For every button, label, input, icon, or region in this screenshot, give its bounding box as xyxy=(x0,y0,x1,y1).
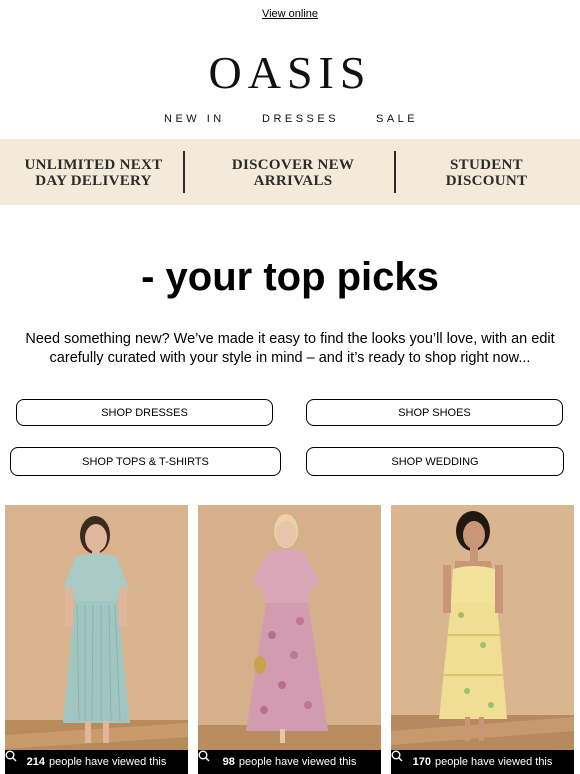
promo-divider xyxy=(394,151,396,193)
promo-new-arrivals[interactable]: DISCOVER NEW ARRIVALS xyxy=(200,157,386,189)
search-icon xyxy=(5,750,17,762)
nav-item-new-in[interactable]: NEW IN xyxy=(164,113,225,125)
views-label: people have viewed this xyxy=(434,756,553,768)
product-card[interactable]: 98 people have viewed this xyxy=(198,505,381,774)
promo-divider xyxy=(183,151,185,193)
views-count: 214 xyxy=(26,756,45,768)
main-nav: NEW IN DRESSES SALE xyxy=(0,113,580,127)
views-label: people have viewed this xyxy=(238,756,357,768)
product-card[interactable]: 214 people have viewed this xyxy=(5,505,188,774)
promo-next-day-delivery[interactable]: UNLIMITED NEXT DAY DELIVERY xyxy=(20,157,167,189)
shop-wedding-button[interactable]: SHOP WEDDING xyxy=(306,447,564,476)
promo-line: DAY DELIVERY xyxy=(35,173,152,189)
promo-line: ARRIVALS xyxy=(253,173,333,189)
views-label: people have viewed this xyxy=(48,756,167,768)
promo-line: DISCOVER NEW xyxy=(231,157,355,173)
intro-text: Need something new? We’ve made it easy t… xyxy=(25,331,555,366)
product-views-bar: 98 people have viewed this xyxy=(198,750,381,774)
promo-student-discount[interactable]: STUDENT DISCOUNT xyxy=(410,157,563,189)
promo-line: UNLIMITED NEXT xyxy=(24,157,163,173)
product-image xyxy=(198,505,381,774)
product-views-bar: 214 people have viewed this xyxy=(5,750,188,774)
product-image xyxy=(5,505,188,774)
promo-line: DISCOUNT xyxy=(445,173,528,189)
nav-item-dresses[interactable]: DRESSES xyxy=(262,113,339,125)
product-views-bar: 170 people have viewed this xyxy=(391,750,574,774)
search-icon xyxy=(198,750,210,762)
page-title: - your top picks xyxy=(141,255,439,299)
brand-logo[interactable]: OASIS xyxy=(0,46,580,100)
views-count: 170 xyxy=(412,756,431,768)
product-card[interactable]: 170 people have viewed this xyxy=(391,505,574,774)
promo-line: STUDENT xyxy=(450,157,523,173)
shop-tops-button[interactable]: SHOP TOPS & T-SHIRTS xyxy=(10,447,281,476)
view-online-link[interactable]: View online xyxy=(0,8,580,20)
shop-dresses-button[interactable]: SHOP DRESSES xyxy=(16,399,273,426)
product-image xyxy=(391,505,574,774)
views-count: 98 xyxy=(222,756,235,768)
search-icon xyxy=(391,750,403,762)
shop-shoes-button[interactable]: SHOP SHOES xyxy=(306,399,563,426)
nav-item-sale[interactable]: SALE xyxy=(376,113,418,125)
promo-banner: UNLIMITED NEXT DAY DELIVERY DISCOVER NEW… xyxy=(0,139,580,205)
